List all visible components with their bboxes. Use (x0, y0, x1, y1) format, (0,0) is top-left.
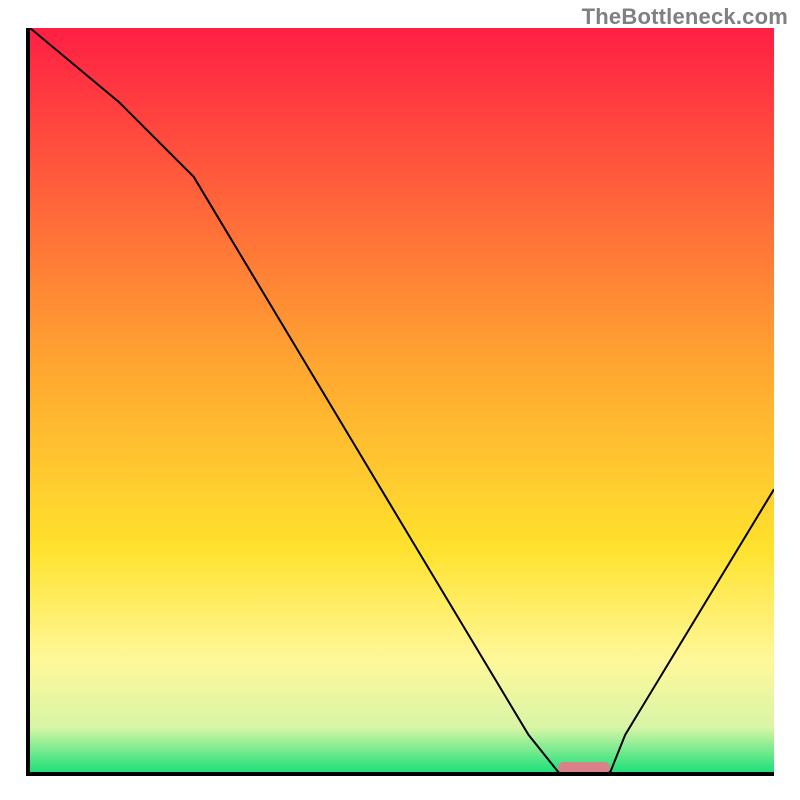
gradient-background (30, 28, 774, 772)
watermark-text: TheBottleneck.com (582, 4, 788, 30)
chart-container: TheBottleneck.com (0, 0, 800, 800)
plot-area (26, 28, 774, 776)
optimal-marker (558, 762, 610, 774)
